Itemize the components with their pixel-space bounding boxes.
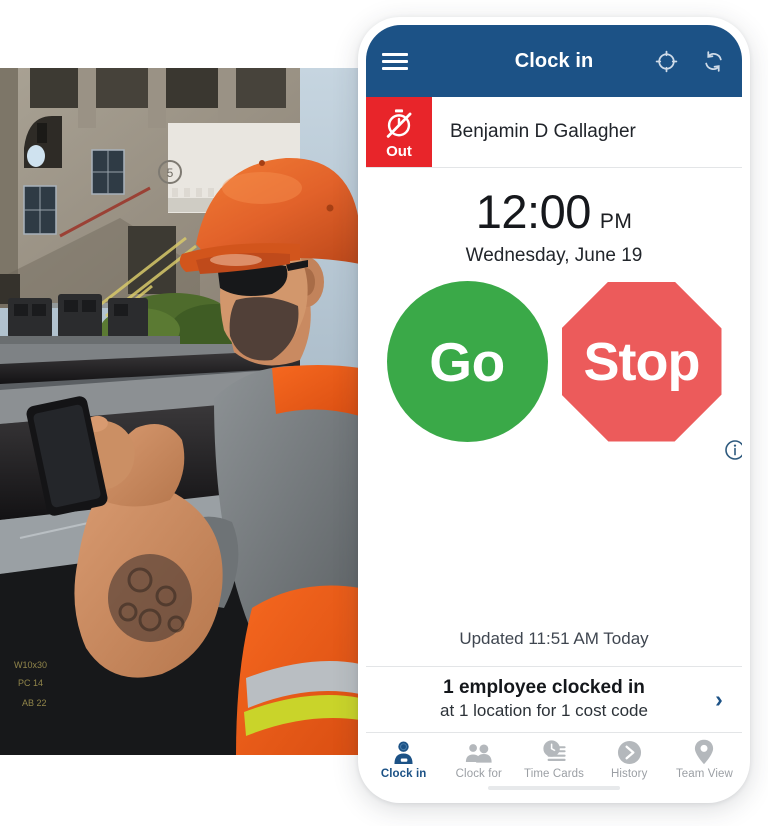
- svg-text:PC 14: PC 14: [18, 678, 43, 688]
- hero-photo-illustration: 5 W10x30 PC 14 AB 22: [0, 68, 360, 755]
- stopwatch-off-icon: [383, 108, 415, 143]
- app-header: Clock in: [366, 25, 742, 97]
- tab-history[interactable]: History: [592, 738, 667, 780]
- status-badge: Out: [366, 97, 432, 167]
- clock-document-icon: [541, 738, 567, 765]
- clock-action-buttons: Go Stop: [366, 281, 742, 460]
- tab-time-cards-label: Time Cards: [524, 768, 584, 780]
- clocked-in-count: 1 employee clocked in: [443, 677, 645, 698]
- go-button[interactable]: Go: [386, 281, 548, 442]
- sync-refresh-icon[interactable]: [701, 49, 726, 74]
- employee-name: Benjamin D Gallagher: [450, 121, 636, 142]
- map-pin-icon: [694, 738, 714, 765]
- people-group-icon: [465, 738, 492, 765]
- clocked-in-detail: at 1 location for 1 cost code: [440, 701, 648, 720]
- clock-in-panel: 12:00 PM Wednesday, June 19 Go Stop Upda…: [366, 168, 742, 795]
- tab-clock-for-label: Clock for: [455, 768, 502, 780]
- employee-status-row[interactable]: Out Benjamin D Gallagher: [366, 97, 742, 168]
- current-time: 12:00: [475, 185, 592, 238]
- status-badge-label: Out: [386, 142, 412, 160]
- app-header-actions: [654, 49, 726, 74]
- chevron-right-icon[interactable]: ›: [696, 687, 742, 711]
- clocked-in-summary-text: 1 employee clocked in at 1 location for …: [366, 677, 696, 721]
- current-date: Wednesday, June 19: [465, 245, 643, 266]
- current-time-block: 12:00 PM Wednesday, June 19: [366, 188, 742, 267]
- history-arrow-icon: [617, 738, 642, 765]
- svg-text:5: 5: [167, 166, 174, 180]
- stop-button-label: Stop: [583, 331, 701, 392]
- gps-crosshair-icon[interactable]: [654, 49, 679, 74]
- svg-text:W10x30: W10x30: [14, 660, 47, 670]
- tab-team-view-label: Team View: [675, 768, 733, 780]
- tab-history-label: History: [610, 768, 648, 780]
- clocked-in-summary-banner[interactable]: 1 employee clocked in at 1 location for …: [366, 666, 742, 733]
- phone-screen: Clock in Out Benjamin D Gallagher 12:00 …: [366, 25, 742, 795]
- info-circle-icon[interactable]: [724, 439, 742, 466]
- stop-button[interactable]: Stop: [561, 281, 722, 442]
- tab-clock-for[interactable]: Clock for: [441, 738, 516, 780]
- tab-team-view[interactable]: Team View: [667, 738, 742, 780]
- home-indicator: [488, 786, 620, 790]
- hero-photo: 5 W10x30 PC 14 AB 22: [0, 68, 360, 755]
- current-time-meridiem: PM: [599, 210, 633, 233]
- go-button-label: Go: [429, 330, 505, 393]
- tab-clock-in[interactable]: Clock in: [366, 738, 441, 780]
- last-updated-text: Updated 11:51 AM Today: [459, 629, 649, 648]
- person-clock-in-icon: [391, 738, 416, 765]
- phone-mockup: Clock in Out Benjamin D Gallagher 12:00 …: [358, 17, 750, 803]
- svg-text:AB 22: AB 22: [22, 698, 47, 708]
- tab-time-cards[interactable]: Time Cards: [516, 738, 591, 780]
- tab-clock-in-label: Clock in: [380, 768, 427, 780]
- hamburger-menu-icon[interactable]: [382, 48, 408, 74]
